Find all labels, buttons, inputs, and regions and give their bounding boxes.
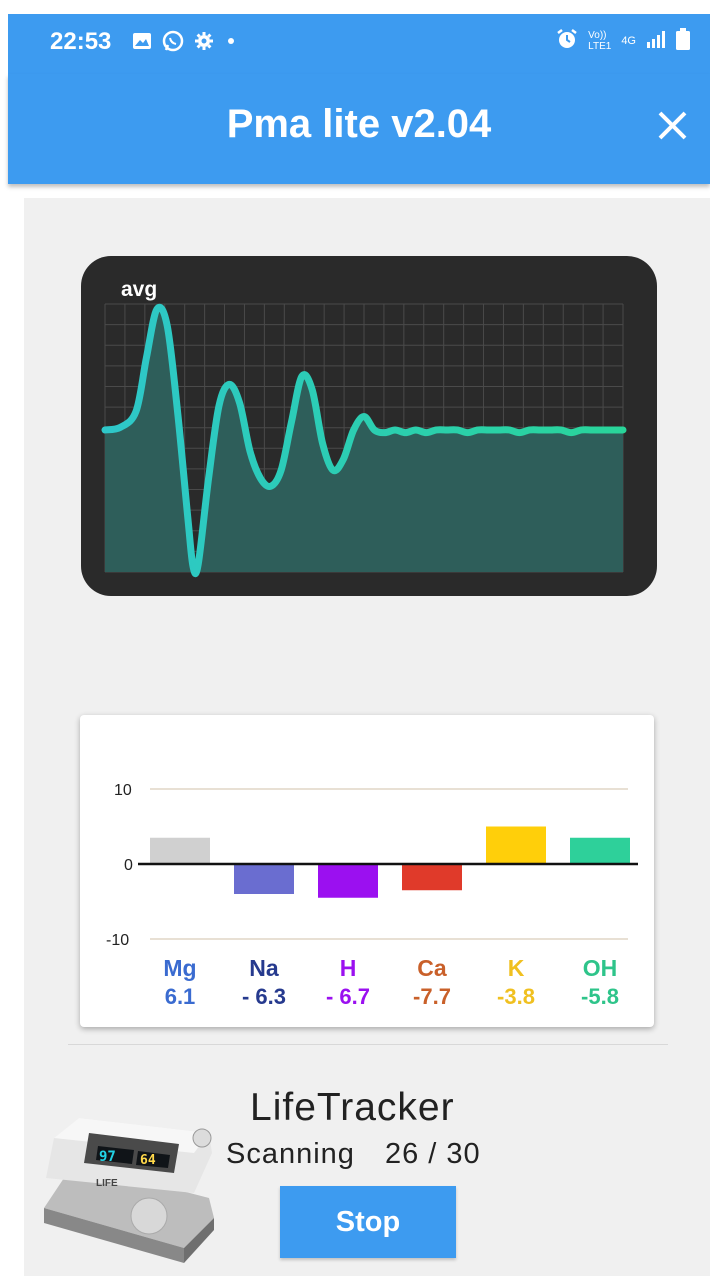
battery-icon (676, 28, 690, 53)
scan-status: Scanning 26 / 30 (226, 1138, 511, 1171)
content-area: avg 10 0 -10 Mg 6.1 Na - 6.3 H - 6.7 Ca -7.7 K -3.8… (24, 198, 710, 1276)
close-button[interactable] (648, 100, 698, 150)
ion-value: -7.7 (413, 984, 451, 1009)
ion-bar-chart: 10 0 -10 Mg 6.1 Na - 6.3 H - 6.7 Ca -7.7 K -3.8 OH -5… (80, 715, 654, 1027)
signal-icon (646, 30, 666, 51)
network-type: 4G (621, 34, 636, 47)
status-time: 22:53 (50, 28, 112, 55)
y-tick-label: 0 (124, 857, 133, 874)
device-name: LifeTracker (250, 1086, 455, 1129)
bar-mg (150, 837, 210, 864)
ion-label-mg: Mg 6.1 (135, 955, 225, 1010)
svg-text:64: 64 (140, 1153, 156, 1168)
ion-value: - 6.7 (325, 984, 371, 1009)
ion-label-oh: OH -5.8 (555, 955, 645, 1010)
y-tick-label: -10 (106, 932, 129, 949)
ion-label-ca: Ca -7.7 (387, 955, 477, 1010)
svg-text:97: 97 (99, 1149, 116, 1165)
divider (68, 1044, 668, 1045)
alarm-icon (556, 28, 578, 53)
ion-name: H (339, 955, 357, 981)
gallery-icon (132, 32, 152, 55)
dot-icon (224, 34, 238, 53)
scan-status-label: Scanning (226, 1138, 355, 1170)
status-bar: 22:53 Vo)) LTE1 4G (8, 14, 710, 74)
ion-name: OH (582, 955, 618, 981)
pulse-oximeter-image: 97 64 LIFE (34, 1098, 224, 1273)
bar-k (486, 826, 546, 864)
bar-h (318, 864, 378, 898)
app-bar: Pma lite v2.04 (8, 74, 710, 184)
stop-button[interactable]: Stop (280, 1186, 456, 1258)
waveform-graph: avg (81, 256, 657, 596)
ion-name: Na (249, 955, 279, 981)
bar-ca (402, 864, 462, 891)
ion-label-h: H - 6.7 (303, 955, 393, 1010)
ion-label-na: Na - 6.3 (219, 955, 309, 1010)
app-title: Pma lite v2.04 (226, 102, 492, 146)
ion-name: Mg (163, 955, 197, 981)
ion-name: K (507, 955, 525, 981)
ion-name: Ca (417, 955, 447, 981)
whatsapp-icon (162, 30, 184, 57)
y-tick-label: 10 (114, 782, 132, 799)
ion-value: -5.8 (581, 984, 619, 1009)
waveform-svg (101, 303, 627, 578)
bar-na (234, 864, 294, 894)
graph-avg-label: avg (121, 278, 158, 301)
ion-value: -3.8 (497, 984, 535, 1009)
ion-label-k: K -3.8 (471, 955, 561, 1010)
svg-text:LIFE: LIFE (96, 1178, 118, 1189)
scan-progress: 26 / 30 (384, 1138, 481, 1170)
ion-value: 6.1 (164, 984, 196, 1009)
bar-oh (570, 837, 630, 864)
settings-gear-icon (194, 31, 214, 56)
ion-value: - 6.3 (241, 984, 287, 1009)
close-icon (658, 111, 687, 140)
